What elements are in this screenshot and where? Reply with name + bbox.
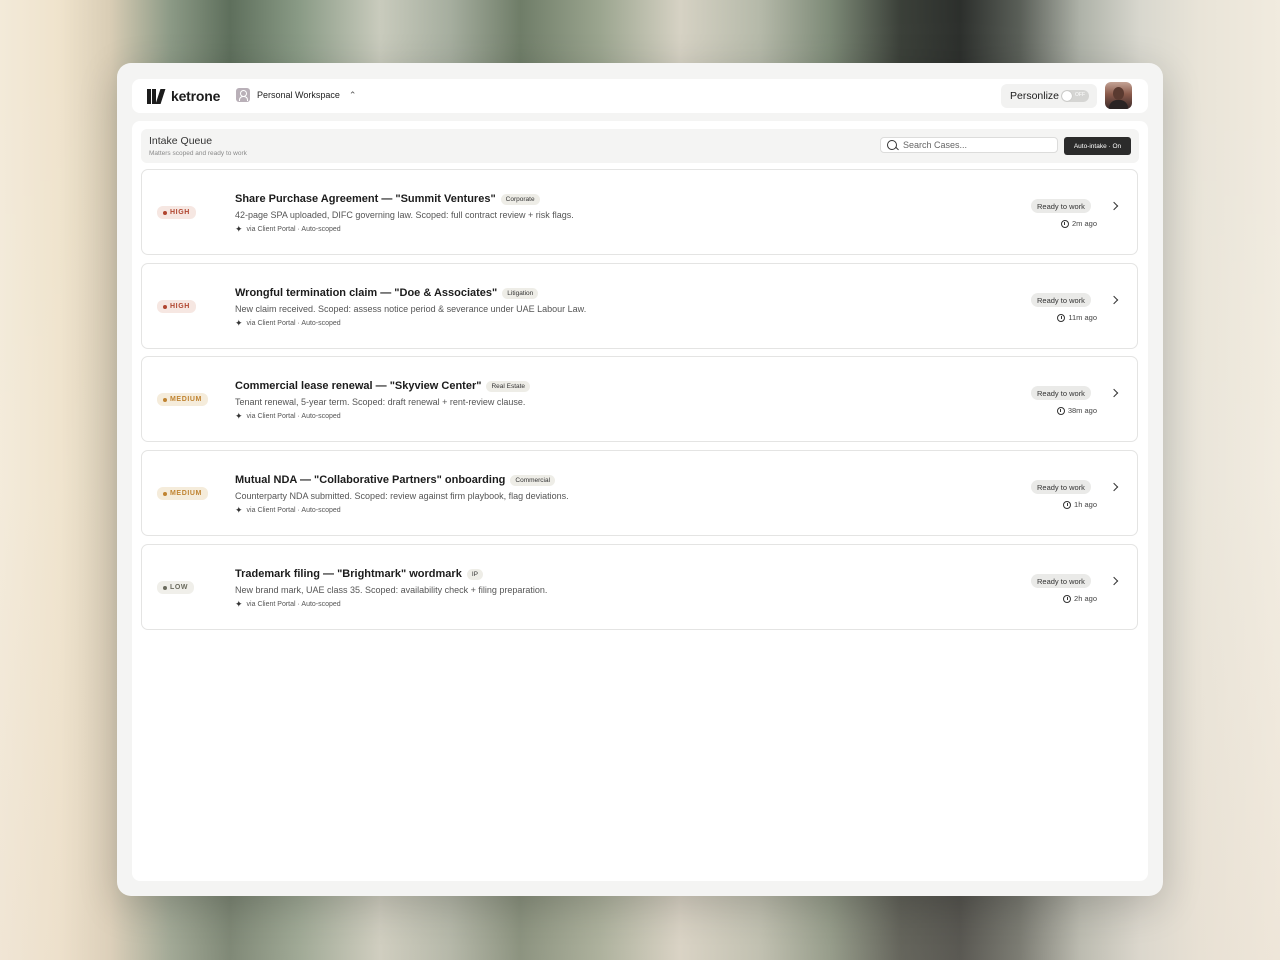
- category-tag: Real Estate: [486, 380, 531, 392]
- personalize-label: Personlize: [1010, 90, 1060, 102]
- case-description: New claim received. Scoped: assess notic…: [235, 304, 587, 314]
- top-bar: ketrone Personal Workspace ⌃ Personlize …: [132, 79, 1148, 113]
- case-source: ✦ via Client Portal · Auto-scoped: [235, 224, 341, 234]
- personalize-control: Personlize OFF: [1001, 84, 1097, 108]
- case-time: 1h ago: [1063, 500, 1097, 509]
- sparkle-icon: ✦: [235, 318, 243, 328]
- sparkle-icon: ✦: [235, 505, 243, 515]
- status-badge: Ready to work: [1031, 480, 1091, 494]
- case-source: ✦ via Client Portal · Auto-scoped: [235, 505, 341, 515]
- case-title: Wrongful termination claim — "Doe & Asso…: [235, 287, 498, 299]
- priority-badge: MEDIUM: [157, 393, 208, 406]
- category-tag: IP: [466, 568, 483, 580]
- case-description: Counterparty NDA submitted. Scoped: revi…: [235, 491, 569, 501]
- status-badge: Ready to work: [1031, 386, 1091, 400]
- case-time: 2m ago: [1060, 219, 1097, 228]
- chevron-right-icon[interactable]: [1109, 576, 1119, 586]
- queue-header: Intake Queue Matters scoped and ready to…: [141, 129, 1139, 163]
- category-tag: Commercial: [510, 474, 556, 486]
- case-source: ✦ via Client Portal · Auto-scoped: [235, 411, 341, 421]
- status-badge: Ready to work: [1031, 293, 1091, 307]
- case-description: Tenant renewal, 5-year term. Scoped: dra…: [235, 397, 526, 407]
- case-card[interactable]: MEDIUM Mutual NDA — "Collaborative Partn…: [141, 450, 1138, 536]
- priority-badge: HIGH: [157, 300, 196, 313]
- priority-badge: MEDIUM: [157, 487, 208, 500]
- sparkle-icon: ✦: [235, 411, 243, 421]
- status-badge: Ready to work: [1031, 574, 1091, 588]
- case-title: Trademark filing — "Brightmark" wordmark: [235, 568, 462, 580]
- priority-badge: HIGH: [157, 206, 196, 219]
- clock-icon: [1063, 500, 1072, 509]
- case-time: 11m ago: [1057, 313, 1097, 322]
- toggle-state-label: OFF: [1075, 92, 1085, 98]
- case-source: ✦ via Client Portal · Auto-scoped: [235, 318, 341, 328]
- sparkle-icon: ✦: [235, 599, 243, 609]
- workspace-switcher[interactable]: Personal Workspace ⌃: [236, 88, 356, 102]
- case-description: 42-page SPA uploaded, DIFC governing law…: [235, 210, 574, 220]
- chevron-right-icon[interactable]: [1109, 482, 1119, 492]
- avatar[interactable]: [1105, 82, 1132, 109]
- case-card[interactable]: HIGH Wrongful termination claim — "Doe &…: [141, 263, 1138, 349]
- main-panel: Intake Queue Matters scoped and ready to…: [132, 121, 1148, 881]
- case-card[interactable]: LOW Trademark filing — "Brightmark" word…: [141, 544, 1138, 630]
- sparkle-icon: ✦: [235, 224, 243, 234]
- case-description: New brand mark, UAE class 35. Scoped: av…: [235, 585, 548, 595]
- chevron-right-icon[interactable]: [1109, 201, 1119, 211]
- category-tag: Corporate: [500, 193, 540, 205]
- search-box[interactable]: [880, 137, 1058, 153]
- logo-text: ketrone: [171, 88, 221, 104]
- case-time: 38m ago: [1056, 406, 1097, 415]
- page-title: Intake Queue: [149, 135, 213, 147]
- search-icon: [887, 140, 897, 150]
- clock-icon: [1056, 406, 1065, 415]
- case-time: 2h ago: [1063, 594, 1097, 603]
- case-title: Mutual NDA — "Collaborative Partners" on…: [235, 474, 506, 486]
- auto-intake-button[interactable]: Auto-intake · On: [1064, 137, 1131, 155]
- priority-badge: LOW: [157, 581, 195, 594]
- chevron-right-icon[interactable]: [1109, 295, 1119, 305]
- logo-icon: [147, 88, 166, 104]
- clock-icon: [1057, 313, 1066, 322]
- case-title: Commercial lease renewal — "Skyview Cent…: [235, 380, 482, 392]
- app-window: ketrone Personal Workspace ⌃ Personlize …: [117, 63, 1163, 896]
- user-icon: [236, 88, 250, 102]
- case-source: ✦ via Client Portal · Auto-scoped: [235, 599, 341, 609]
- clock-icon: [1060, 219, 1069, 228]
- status-badge: Ready to work: [1031, 199, 1091, 213]
- case-card[interactable]: HIGH Share Purchase Agreement — "Summit …: [141, 169, 1138, 255]
- personalize-toggle[interactable]: OFF: [1061, 90, 1089, 102]
- category-tag: Litigation: [502, 287, 539, 299]
- chevron-up-down-icon: ⌃: [348, 89, 357, 100]
- case-card[interactable]: MEDIUM Commercial lease renewal — "Skyvi…: [141, 356, 1138, 442]
- logo[interactable]: ketrone: [147, 88, 220, 104]
- search-input[interactable]: [903, 138, 1053, 152]
- workspace-label: Personal Workspace: [257, 90, 340, 100]
- chevron-right-icon[interactable]: [1109, 388, 1119, 398]
- case-title: Share Purchase Agreement — "Summit Ventu…: [235, 193, 496, 205]
- page-subtitle: Matters scoped and ready to work: [149, 150, 247, 157]
- clock-icon: [1063, 594, 1072, 603]
